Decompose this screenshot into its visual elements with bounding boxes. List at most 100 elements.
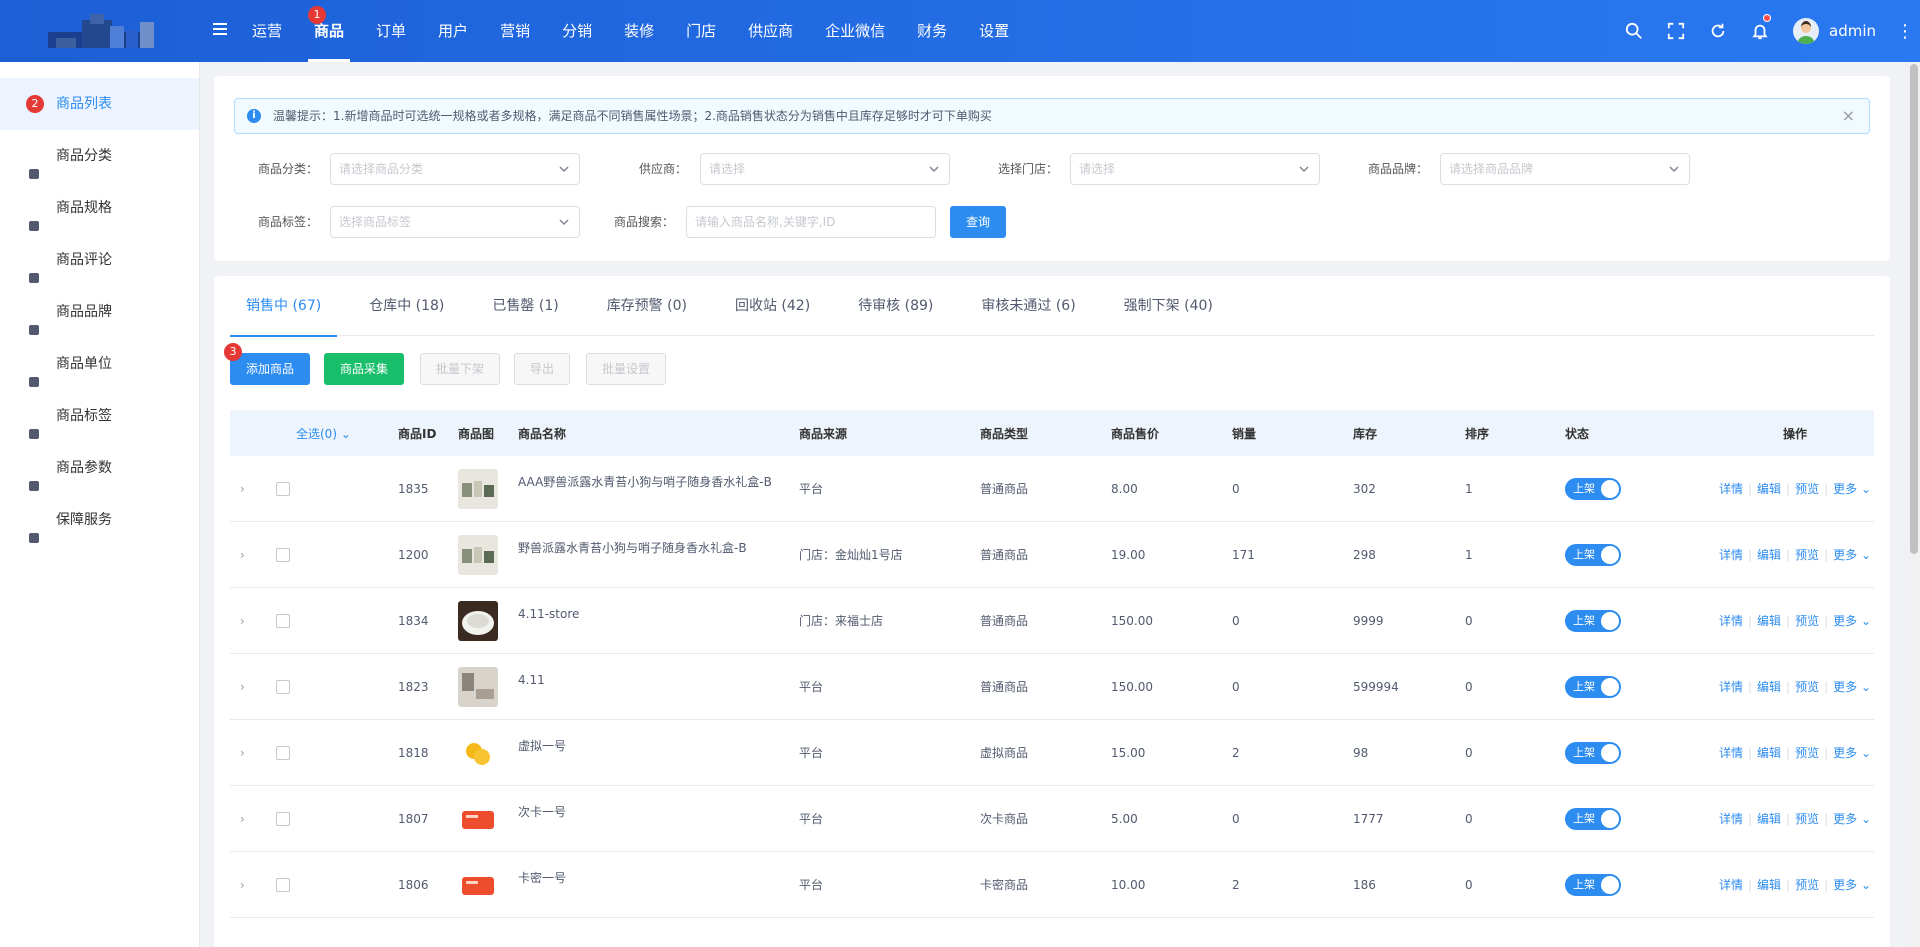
sidebar-item-5[interactable]: 商品单位 — [0, 338, 199, 390]
tag-select[interactable]: 选择商品标签 — [330, 206, 580, 238]
action-edit[interactable]: 编辑 — [1757, 548, 1781, 562]
action-more[interactable]: 更多 ⌄ — [1833, 680, 1871, 694]
action-more[interactable]: 更多 ⌄ — [1833, 614, 1871, 628]
supplier-select[interactable]: 请选择 — [700, 153, 950, 185]
product-thumbnail[interactable] — [458, 798, 498, 839]
expand-row-icon[interactable]: › — [230, 482, 260, 496]
product-thumbnail[interactable] — [458, 864, 498, 905]
search-input[interactable]: 请输入商品名称,关键字,ID — [686, 206, 936, 238]
export-button[interactable]: 导出 — [514, 353, 570, 385]
tab-1[interactable]: 仓库中 (18) — [353, 276, 460, 336]
action-preview[interactable]: 预览 — [1795, 548, 1819, 562]
user-name[interactable]: admin — [1829, 22, 1876, 40]
status-toggle[interactable]: 上架 — [1565, 609, 1621, 632]
expand-row-icon[interactable]: › — [230, 746, 260, 760]
tab-4[interactable]: 回收站 (42) — [719, 276, 826, 336]
action-detail[interactable]: 详情 — [1719, 614, 1743, 628]
sidebar-item-0[interactable]: 2 商品列表 — [0, 78, 199, 130]
query-button[interactable]: 查询 — [950, 206, 1006, 238]
tab-2[interactable]: 已售罄 (1) — [476, 276, 574, 336]
sidebar-item-3[interactable]: 商品评论 — [0, 234, 199, 286]
search-icon[interactable] — [1613, 0, 1655, 62]
scrollbar-thumb[interactable] — [1910, 64, 1918, 554]
tab-6[interactable]: 审核未通过 (6) — [965, 276, 1091, 336]
action-edit[interactable]: 编辑 — [1757, 878, 1781, 892]
action-more[interactable]: 更多 ⌄ — [1833, 746, 1871, 760]
nav-item-1[interactable]: 商品 1 — [298, 0, 360, 62]
expand-row-icon[interactable]: › — [230, 878, 260, 892]
action-detail[interactable]: 详情 — [1719, 548, 1743, 562]
page-scrollbar[interactable] — [1908, 62, 1920, 947]
action-edit[interactable]: 编辑 — [1757, 482, 1781, 496]
notification-bell-icon[interactable] — [1739, 0, 1781, 62]
action-preview[interactable]: 预览 — [1795, 482, 1819, 496]
row-checkbox[interactable] — [276, 547, 290, 562]
status-toggle[interactable]: 上架 — [1565, 807, 1621, 830]
tab-7[interactable]: 强制下架 (40) — [1108, 276, 1229, 336]
action-preview[interactable]: 预览 — [1795, 746, 1819, 760]
row-checkbox[interactable] — [276, 745, 290, 760]
nav-item-4[interactable]: 营销 — [484, 0, 546, 62]
sidebar-item-4[interactable]: 商品品牌 — [0, 286, 199, 338]
action-detail[interactable]: 详情 — [1719, 878, 1743, 892]
nav-item-0[interactable]: 运营 — [236, 0, 298, 62]
action-more[interactable]: 更多 ⌄ — [1833, 548, 1871, 562]
refresh-icon[interactable] — [1697, 0, 1739, 62]
nav-item-6[interactable]: 装修 — [608, 0, 670, 62]
expand-row-icon[interactable]: › — [230, 812, 260, 826]
action-edit[interactable]: 编辑 — [1757, 680, 1781, 694]
product-thumbnail[interactable] — [458, 666, 498, 707]
tab-3[interactable]: 库存预警 (0) — [591, 276, 703, 336]
action-more[interactable]: 更多 ⌄ — [1833, 878, 1871, 892]
nav-item-8[interactable]: 供应商 — [732, 0, 809, 62]
row-checkbox[interactable] — [276, 679, 290, 694]
product-thumbnail[interactable] — [458, 468, 498, 509]
action-more[interactable]: 更多 ⌄ — [1833, 812, 1871, 826]
sidebar-item-1[interactable]: 商品分类 — [0, 130, 199, 182]
status-toggle[interactable]: 上架 — [1565, 675, 1621, 698]
select-all-dropdown[interactable]: 全选(0) ⌄ — [296, 425, 398, 442]
status-toggle[interactable]: 上架 — [1565, 741, 1621, 764]
nav-item-2[interactable]: 订单 — [360, 0, 422, 62]
action-preview[interactable]: 预览 — [1795, 878, 1819, 892]
tab-5[interactable]: 待审核 (89) — [842, 276, 949, 336]
action-more[interactable]: 更多 ⌄ — [1833, 482, 1871, 496]
logo[interactable] — [40, 10, 160, 50]
user-avatar[interactable] — [1793, 18, 1819, 44]
brand-select[interactable]: 请选择商品品牌 — [1440, 153, 1690, 185]
nav-item-11[interactable]: 设置 — [963, 0, 1025, 62]
nav-item-10[interactable]: 财务 — [901, 0, 963, 62]
status-toggle[interactable]: 上架 — [1565, 477, 1621, 500]
action-preview[interactable]: 预览 — [1795, 614, 1819, 628]
category-select[interactable]: 请选择商品分类 — [330, 153, 580, 185]
close-icon[interactable]: × — [1842, 99, 1855, 133]
action-edit[interactable]: 编辑 — [1757, 812, 1781, 826]
nav-item-5[interactable]: 分销 — [546, 0, 608, 62]
store-select[interactable]: 请选择 — [1070, 153, 1320, 185]
row-checkbox[interactable] — [276, 811, 290, 826]
action-detail[interactable]: 详情 — [1719, 482, 1743, 496]
action-detail[interactable]: 详情 — [1719, 746, 1743, 760]
expand-row-icon[interactable]: › — [230, 614, 260, 628]
sidebar-item-8[interactable]: 保障服务 — [0, 494, 199, 546]
add-product-button[interactable]: 添加商品 3 — [224, 343, 310, 385]
status-toggle[interactable]: 上架 — [1565, 543, 1621, 566]
nav-item-7[interactable]: 门店 — [670, 0, 732, 62]
product-thumbnail[interactable] — [458, 600, 498, 641]
row-checkbox[interactable] — [276, 481, 290, 496]
action-detail[interactable]: 详情 — [1719, 812, 1743, 826]
nav-item-3[interactable]: 用户 — [422, 0, 484, 62]
batch-off-shelf-button[interactable]: 批量下架 — [420, 353, 500, 385]
sidebar-item-6[interactable]: 商品标签 — [0, 390, 199, 442]
row-checkbox[interactable] — [276, 613, 290, 628]
expand-row-icon[interactable]: › — [230, 680, 260, 694]
action-edit[interactable]: 编辑 — [1757, 746, 1781, 760]
fullscreen-icon[interactable] — [1655, 0, 1697, 62]
action-detail[interactable]: 详情 — [1719, 680, 1743, 694]
sidebar-item-2[interactable]: 商品规格 — [0, 182, 199, 234]
more-vertical-icon[interactable]: ⋮ — [1890, 0, 1920, 62]
nav-item-9[interactable]: 企业微信 — [809, 0, 901, 62]
batch-settings-button[interactable]: 批量设置 — [586, 353, 666, 385]
collect-product-button[interactable]: 商品采集 — [324, 353, 404, 385]
action-preview[interactable]: 预览 — [1795, 812, 1819, 826]
